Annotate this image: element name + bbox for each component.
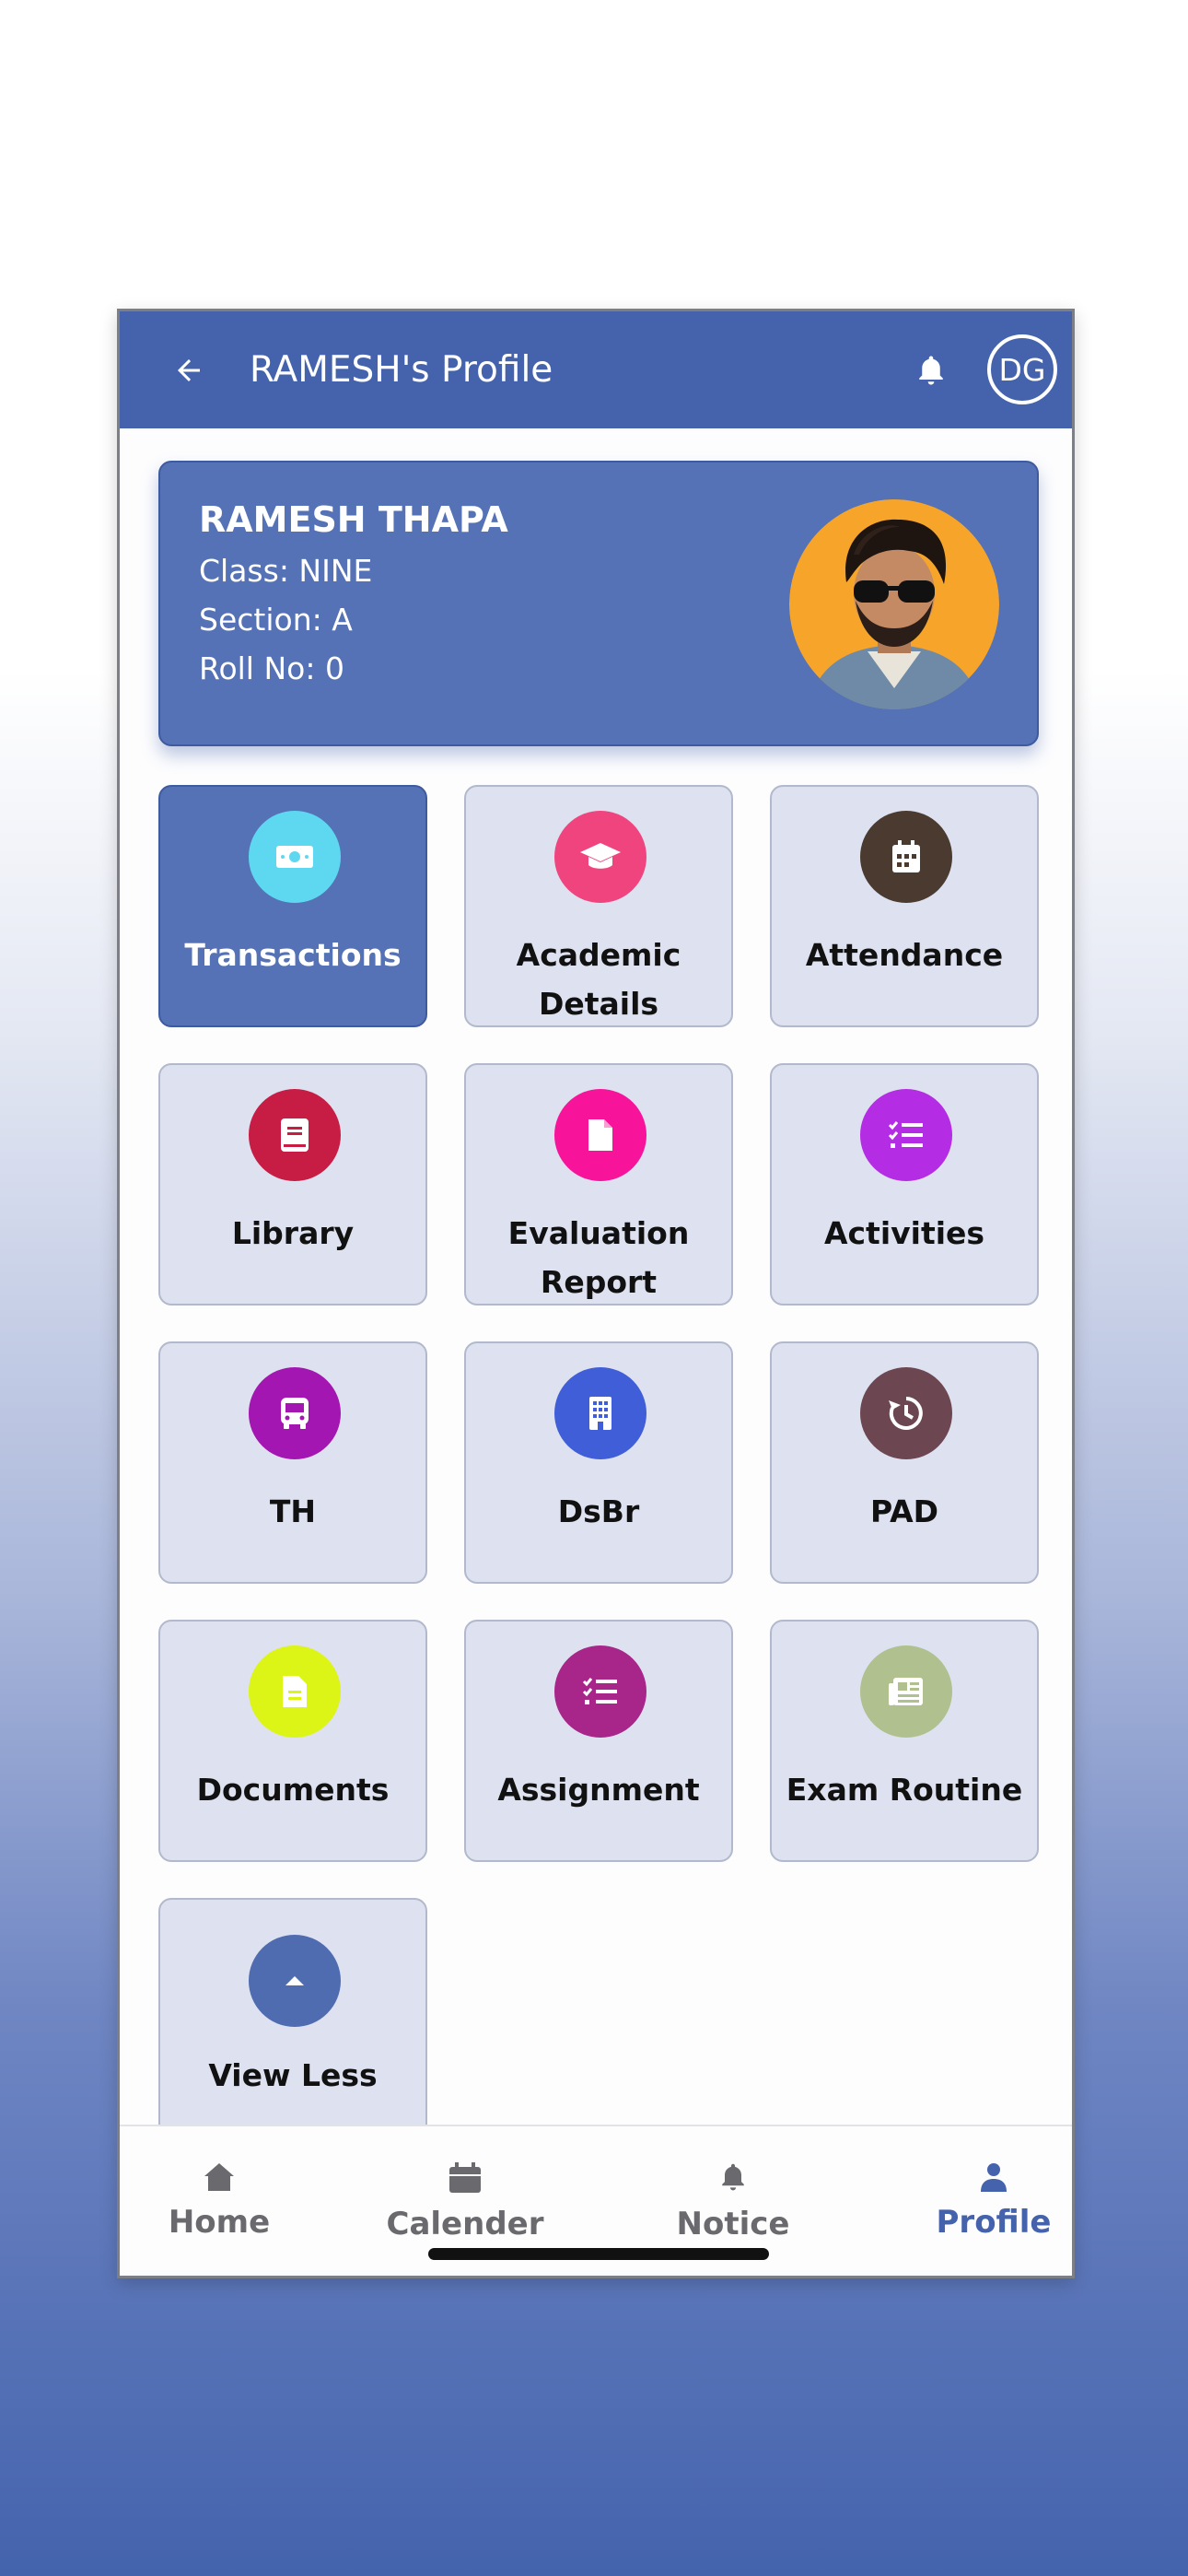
tile-label: Evaluation Report: [507, 1215, 690, 1300]
tile-dsbr[interactable]: DsBr: [464, 1341, 733, 1584]
tile-pad[interactable]: PAD: [770, 1341, 1039, 1584]
nav-notice[interactable]: Notice: [641, 2161, 825, 2242]
checklist-icon: [860, 1089, 952, 1181]
tile-label: DsBr: [557, 1493, 640, 1529]
nav-label: Home: [168, 2204, 271, 2241]
tile-label: Transactions: [184, 937, 402, 973]
file-icon: [249, 1645, 341, 1738]
tile-th[interactable]: TH: [158, 1341, 427, 1584]
nav-home[interactable]: Home: [127, 2161, 311, 2241]
user-avatar-button[interactable]: DG: [987, 334, 1057, 404]
app-screen: RAMESH's Profile DG RAMESH THAPA Class: …: [117, 309, 1075, 2278]
home-indicator[interactable]: [428, 2248, 769, 2260]
tile-library[interactable]: Library: [158, 1063, 427, 1306]
newspaper-icon: [860, 1645, 952, 1738]
document-icon: [554, 1089, 646, 1181]
person-icon: [981, 2163, 1007, 2192]
tile-label: Assignment: [497, 1772, 700, 1808]
tile-label: Attendance: [805, 937, 1004, 973]
student-class: Class: NINE: [199, 553, 373, 589]
tile-exam-routine[interactable]: Exam Routine: [770, 1620, 1039, 1862]
calendar-icon: [860, 811, 952, 903]
calendar-icon: [449, 2162, 481, 2193]
tile-evaluation-report[interactable]: Evaluation Report: [464, 1063, 733, 1306]
bell-icon: [919, 356, 943, 385]
notification-button[interactable]: [903, 343, 960, 400]
tile-label: TH: [269, 1493, 317, 1529]
tile-academic-details[interactable]: Academic Details: [464, 785, 733, 1027]
nav-label: Calender: [386, 2206, 544, 2242]
book-icon: [249, 1089, 341, 1181]
student-roll-no: Roll No: 0: [199, 650, 344, 686]
tile-label: View Less: [208, 2057, 378, 2093]
student-photo: [789, 499, 999, 709]
tile-label: Academic Details: [516, 937, 681, 1022]
back-button[interactable]: [160, 342, 217, 399]
arrow-left-icon: [178, 359, 200, 381]
bus-icon: [249, 1367, 341, 1459]
tile-assignment[interactable]: Assignment: [464, 1620, 733, 1862]
student-section: Section: A: [199, 602, 353, 638]
tile-documents[interactable]: Documents: [158, 1620, 427, 1862]
nav-calender[interactable]: Calender: [373, 2161, 557, 2242]
tile-label: Library: [231, 1215, 355, 1251]
tile-activities[interactable]: Activities: [770, 1063, 1039, 1306]
graduation-cap-icon: [554, 811, 646, 903]
tile-label: Exam Routine: [786, 1772, 1023, 1808]
home-icon: [204, 2163, 234, 2191]
nav-label: Profile: [936, 2204, 1052, 2241]
page-title: RAMESH's Profile: [250, 349, 553, 391]
app-bar: RAMESH's Profile DG: [120, 311, 1072, 428]
nav-label: Notice: [676, 2206, 790, 2242]
tile-label: Documents: [196, 1772, 390, 1808]
student-name: RAMESH THAPA: [199, 499, 508, 540]
caret-up-icon: [249, 1935, 341, 2027]
tile-label: Activities: [823, 1215, 985, 1251]
tile-attendance[interactable]: Attendance: [770, 785, 1039, 1027]
history-icon: [860, 1367, 952, 1459]
bottom-navigation: Home Calender Notice Profile: [120, 2125, 1072, 2276]
nav-profile[interactable]: Profile: [902, 2161, 1072, 2241]
checklist-icon: [554, 1645, 646, 1738]
money-icon: [249, 811, 341, 903]
bell-icon: [722, 2163, 744, 2191]
student-profile-card: RAMESH THAPA Class: NINE Section: A Roll…: [158, 461, 1039, 746]
tile-label: PAD: [869, 1493, 939, 1529]
building-icon: [554, 1367, 646, 1459]
tile-transactions[interactable]: Transactions: [158, 785, 427, 1027]
